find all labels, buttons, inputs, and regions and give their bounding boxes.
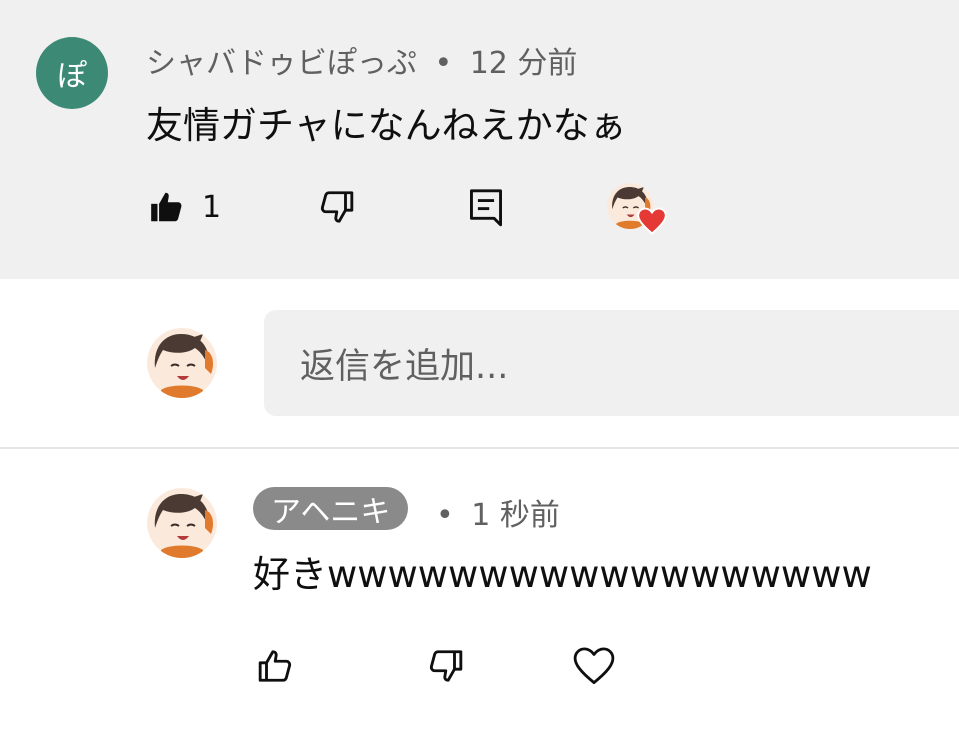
heart-icon <box>637 207 667 235</box>
reply-input[interactable]: 返信を追加... <box>264 310 959 416</box>
thumbs-down-icon <box>426 647 464 685</box>
reply-text: 好きwwwwwwwwwwwwwwwwww <box>253 553 872 596</box>
meta-separator: • <box>434 46 453 81</box>
heart-outline-icon <box>573 646 615 686</box>
reply-meta: • 1 秒前 <box>436 490 560 534</box>
reply-author-badge[interactable]: アヘニキ <box>253 487 409 530</box>
comment-author[interactable]: シャバドゥビぽっぷ <box>146 46 417 81</box>
reply-time: 1 秒前 <box>471 498 560 533</box>
comment-text: 友情ガチャになんねえかなぁ <box>146 104 627 147</box>
reply-input-placeholder: 返信を追加... <box>300 346 509 387</box>
reply-button[interactable] <box>466 186 506 228</box>
commenter-avatar[interactable]: ぽ <box>36 37 108 109</box>
current-user-avatar <box>147 328 217 398</box>
like-count: 1 <box>202 189 222 225</box>
like-button[interactable]: 1 <box>148 188 221 226</box>
section-divider <box>0 447 959 449</box>
creator-heart <box>607 183 669 239</box>
reply-heart-button[interactable] <box>573 646 615 686</box>
meta-separator: • <box>436 498 454 533</box>
reply-author-avatar[interactable] <box>147 488 217 558</box>
thumbs-up-icon <box>257 647 295 685</box>
reply-author: アヘニキ <box>271 494 391 530</box>
comment-meta: シャバドゥビぽっぷ • 12 分前 <box>146 38 577 82</box>
avatar-letter: ぽ <box>57 59 87 94</box>
comment-icon <box>466 186 506 228</box>
thumbs-up-filled-icon <box>148 188 186 226</box>
reply-like-button[interactable] <box>257 647 295 685</box>
reply-dislike-button[interactable] <box>426 647 464 685</box>
dislike-button[interactable] <box>317 188 355 226</box>
comment-time: 12 分前 <box>469 46 578 81</box>
thumbs-down-icon <box>317 188 355 226</box>
